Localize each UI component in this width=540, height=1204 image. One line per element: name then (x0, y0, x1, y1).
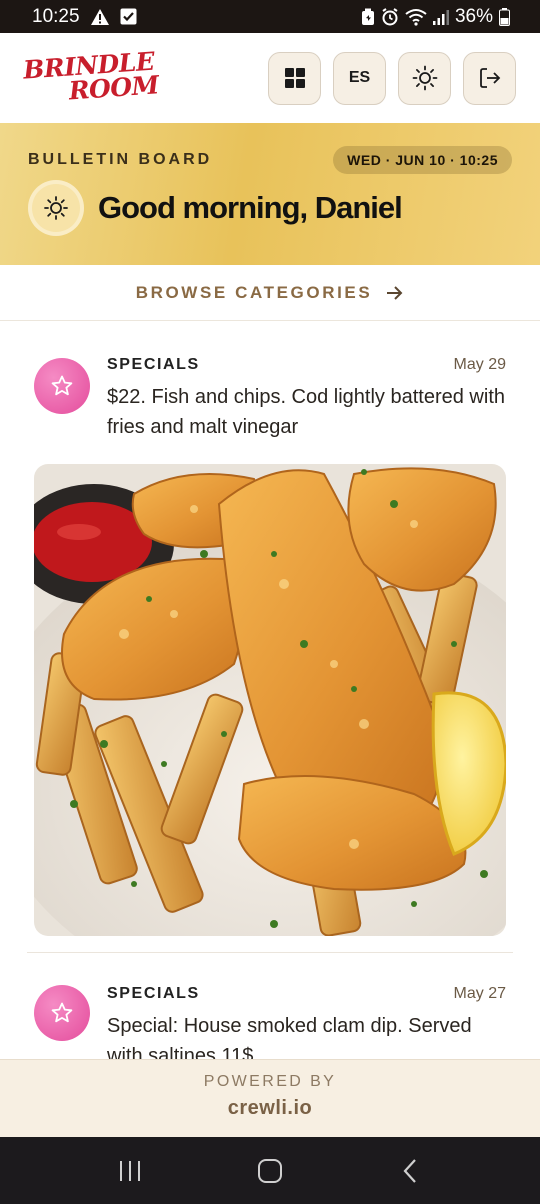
browse-categories-label: BROWSE CATEGORIES (135, 282, 373, 302)
alarm-icon (381, 7, 399, 26)
header-actions: ES (268, 51, 516, 105)
specials-badge (34, 985, 90, 1041)
star-icon (51, 375, 73, 396)
home-icon (258, 1158, 282, 1183)
battery-icon (499, 7, 510, 26)
back-icon (403, 1158, 416, 1183)
crewli-brand-link[interactable]: crewli.io (0, 1097, 540, 1120)
app-screen: 10:25 36% BRINDLE ROOM ES BULLETIN BOARD… (0, 0, 540, 1204)
language-button[interactable]: ES (333, 51, 386, 105)
grid-icon (284, 68, 305, 88)
post-date: May 29 (453, 356, 506, 373)
post-text: Special: House smoked clam dip. Served w… (107, 1015, 472, 1059)
status-time: 10:25 (32, 5, 80, 27)
brindle-room-logo[interactable]: BRINDLE ROOM (22, 47, 159, 106)
logout-button[interactable] (463, 51, 516, 105)
home-button[interactable] (240, 1146, 300, 1196)
signal-icon (432, 9, 449, 25)
post-text: $22. Fish and chips. Cod lightly battere… (107, 386, 505, 438)
logout-icon (479, 68, 500, 88)
star-icon (51, 1002, 73, 1023)
post-date: May 27 (453, 985, 506, 1002)
greeting-sun-badge (28, 180, 84, 236)
warning-icon (90, 8, 110, 26)
wifi-icon (405, 8, 427, 26)
recent-apps-button[interactable] (100, 1146, 160, 1196)
powered-by-footer: POWERED BY crewli.io (0, 1059, 540, 1137)
back-button[interactable] (380, 1146, 440, 1196)
arrow-right-icon (387, 285, 403, 300)
checkbox-notification-icon (120, 8, 137, 25)
list-item[interactable]: SPECIALS May 27 Special: House smoked cl… (0, 953, 540, 1059)
recent-apps-icon (120, 1160, 140, 1181)
app-header: BRINDLE ROOM ES (0, 33, 540, 123)
post-category: SPECIALS (107, 356, 200, 373)
bulletin-feed[interactable]: SPECIALS May 29 $22. Fish and chips. Cod… (0, 322, 540, 1059)
system-navigation-bar (0, 1137, 540, 1204)
bulletin-banner: BULLETIN BOARD WED · JUN 10 · 10:25 Good… (0, 123, 540, 265)
date-time-pill: WED · JUN 10 · 10:25 (333, 146, 512, 174)
data-saver-icon (361, 8, 375, 26)
grid-view-button[interactable] (268, 51, 321, 105)
browse-categories-link[interactable]: BROWSE CATEGORIES (0, 265, 540, 321)
list-item[interactable]: SPECIALS May 29 $22. Fish and chips. Cod… (0, 322, 540, 936)
theme-toggle-button[interactable] (398, 51, 451, 105)
sun-icon (44, 196, 68, 220)
post-category: SPECIALS (107, 985, 200, 1002)
battery-percent: 36% (454, 5, 493, 27)
greeting-text: Good morning, Daniel (98, 190, 403, 225)
status-bar: 10:25 36% (0, 0, 540, 33)
powered-by-label: POWERED BY (203, 1073, 337, 1090)
sun-icon (412, 65, 437, 91)
fish-and-chips-photo[interactable] (34, 464, 506, 936)
specials-badge (34, 358, 90, 414)
bulletin-board-label: BULLETIN BOARD (28, 151, 213, 168)
